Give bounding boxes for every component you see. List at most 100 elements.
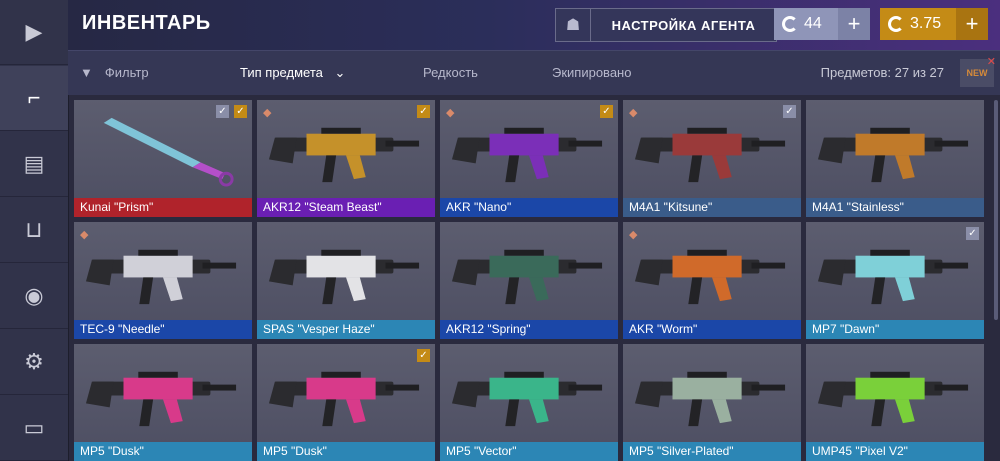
add-gold-button[interactable]: + <box>956 8 988 40</box>
item-count: Предметов: 27 из 27 <box>820 65 944 80</box>
equipped-check-icon: ✓ <box>216 105 229 118</box>
silver-value: 44 <box>804 15 822 32</box>
item-name: MP5 "Silver-Plated" <box>623 442 801 461</box>
sticker-icon: ◆ <box>629 229 638 241</box>
inventory-item[interactable]: MP5 "Dusk" <box>74 344 252 461</box>
item-name: AKR "Nano" <box>440 198 618 217</box>
sidebar: ▶ ⌐ ▤ ⊔ ◉ ⚙ ▭ <box>0 0 69 461</box>
weapon-image <box>450 352 608 436</box>
sticker-icon: ◆ <box>629 107 638 119</box>
equipped-check-icon: ✓ <box>966 227 979 240</box>
inventory-item[interactable]: M4A1 "Stainless" <box>806 100 984 217</box>
sidebar-item-cases[interactable]: ▤ <box>0 132 68 197</box>
chevron-down-icon: ⌄ <box>334 65 346 80</box>
inventory-item[interactable]: ◆ ✓ AKR "Nano" <box>440 100 618 217</box>
item-name: MP7 "Dawn" <box>806 320 984 339</box>
header: ИНВЕНТАРЬ ☗ НАСТРОЙКА АГЕНТА 44 + 3.75 + <box>68 0 1000 50</box>
weapon-image <box>267 352 425 436</box>
item-name: M4A1 "Kitsune" <box>623 198 801 217</box>
item-name: AKR "Worm" <box>623 320 801 339</box>
sidebar-item-cart[interactable]: ⊔ <box>0 198 68 263</box>
pistol-icon: ⌐ <box>27 85 41 110</box>
inventory-item[interactable]: ✓ MP5 "Dusk" <box>257 344 435 461</box>
cart-icon: ⊔ <box>25 217 43 242</box>
item-name: MP5 "Vector" <box>440 442 618 461</box>
weapon-image <box>450 108 608 192</box>
sticker-icon: ◆ <box>80 229 89 241</box>
filter-label: Фильтр <box>104 65 149 80</box>
inventory-item[interactable]: UMP45 "Pixel V2" <box>806 344 984 461</box>
item-name: AKR12 "Steam Beast" <box>257 198 435 217</box>
weapon-image <box>84 352 242 436</box>
cases-icon: ▤ <box>23 151 45 176</box>
item-name: MP5 "Dusk" <box>257 442 435 461</box>
funnel-icon: ▼ <box>80 65 93 80</box>
item-name: TEC-9 "Needle" <box>74 320 252 339</box>
sidebar-item-chat[interactable]: ▭ <box>0 396 68 461</box>
gold-value: 3.75 <box>910 15 942 32</box>
new-badge[interactable]: NEW ✕ <box>960 56 996 87</box>
tab-equipped[interactable]: Экипировано <box>552 65 631 80</box>
new-badge-label: NEW <box>966 68 988 78</box>
item-name: SPAS "Vesper Haze" <box>257 320 435 339</box>
weapon-image <box>816 230 974 314</box>
inventory-item[interactable]: MP5 "Vector" <box>440 344 618 461</box>
filter-bar: ▼ Фильтр Тип предмета ⌄ Редкость Экипиров… <box>68 50 1000 95</box>
weapon-image <box>450 230 608 314</box>
equipped-check-icon: ✓ <box>417 349 430 362</box>
weapon-image <box>84 230 242 314</box>
silver-coin-icon <box>782 16 798 32</box>
inventory-item[interactable]: ◆ TEC-9 "Needle" <box>74 222 252 339</box>
sticker-icon: ◆ <box>446 107 455 119</box>
tab-item-type[interactable]: Тип предмета ⌄ <box>240 65 345 81</box>
equipped-check-icon: ✓ <box>234 105 247 118</box>
filter-button[interactable]: ▼ Фильтр <box>80 65 149 80</box>
item-name: M4A1 "Stainless" <box>806 198 984 217</box>
inventory-item[interactable]: ◆ ✓ M4A1 "Kitsune" <box>623 100 801 217</box>
inventory-item[interactable]: AKR12 "Spring" <box>440 222 618 339</box>
sidebar-item-agent[interactable]: ◉ <box>0 264 68 329</box>
close-icon: ✕ <box>986 56 996 68</box>
tab-rarity[interactable]: Редкость <box>423 65 478 80</box>
agent-icon: ◉ <box>24 283 44 308</box>
weapon-image <box>84 108 242 192</box>
inventory-item[interactable]: ✓ MP7 "Dawn" <box>806 222 984 339</box>
sidebar-item-pistol[interactable]: ⌐ <box>0 66 68 131</box>
equipped-check-icon: ✓ <box>600 105 613 118</box>
weapon-image <box>633 230 791 314</box>
silver-currency: 44 + <box>774 8 870 40</box>
add-silver-button[interactable]: + <box>838 8 870 40</box>
item-name: Kunai "Prism" <box>74 198 252 217</box>
gold-coin-icon <box>888 16 904 32</box>
equipped-check-icon: ✓ <box>417 105 430 118</box>
inventory-item[interactable]: ✓ ✓ Kunai "Prism" <box>74 100 252 217</box>
gear-icon: ⚙ <box>24 349 44 374</box>
inventory-item[interactable]: ◆ AKR "Worm" <box>623 222 801 339</box>
weapon-image <box>633 352 791 436</box>
inventory-item[interactable]: SPAS "Vesper Haze" <box>257 222 435 339</box>
chat-icon: ▭ <box>23 415 45 440</box>
item-type-label: Тип предмета <box>240 65 323 80</box>
item-name: UMP45 "Pixel V2" <box>806 442 984 461</box>
item-name: AKR12 "Spring" <box>440 320 618 339</box>
inventory-grid: ✓ ✓ Kunai "Prism" ◆ ✓ AKR12 "Steam Beast" ◆ ✓… <box>74 100 990 461</box>
agent-settings-label: НАСТРОЙКА АГЕНТА <box>611 17 756 33</box>
inventory-item[interactable]: ◆ ✓ AKR12 "Steam Beast" <box>257 100 435 217</box>
agent-icon: ☗ <box>556 9 591 41</box>
equipped-check-icon: ✓ <box>783 105 796 118</box>
gold-currency: 3.75 + <box>880 8 988 40</box>
sidebar-item-gear[interactable]: ⚙ <box>0 330 68 395</box>
item-name: MP5 "Dusk" <box>74 442 252 461</box>
sticker-icon: ◆ <box>263 107 272 119</box>
agent-settings-button[interactable]: ☗ НАСТРОЙКА АГЕНТА <box>555 8 777 42</box>
play-icon: ▶ <box>25 19 43 44</box>
weapon-image <box>267 108 425 192</box>
weapon-image <box>816 108 974 192</box>
weapon-image <box>267 230 425 314</box>
sidebar-item-play[interactable]: ▶ <box>0 0 68 65</box>
page-title: ИНВЕНТАРЬ <box>82 12 211 34</box>
weapon-image <box>816 352 974 436</box>
scrollbar[interactable] <box>994 100 998 320</box>
inventory-item[interactable]: MP5 "Silver-Plated" <box>623 344 801 461</box>
weapon-image <box>633 108 791 192</box>
